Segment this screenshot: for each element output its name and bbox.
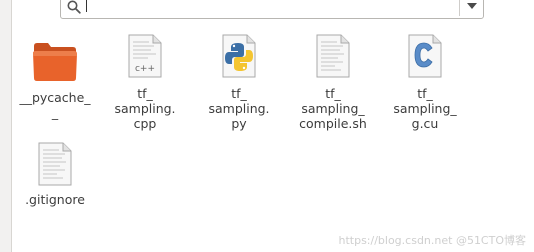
- search-input[interactable]: [85, 0, 455, 15]
- file-label: tf_ sampling. cpp: [114, 86, 176, 131]
- text-file-icon: [316, 34, 350, 78]
- watermark: https://blog.csdn.net @51CTO博客: [338, 234, 526, 247]
- python-file-icon: [222, 34, 256, 78]
- file-item-tf-sampling-compile-sh[interactable]: tf_ sampling_ compile.sh: [288, 34, 378, 134]
- folder-icon: [33, 43, 77, 81]
- file-label: tf_ sampling_ g.cu: [393, 86, 457, 131]
- cpp-icon-text: c++: [135, 64, 155, 74]
- c-source-file-icon: [408, 34, 442, 78]
- search-icon: [67, 0, 81, 14]
- search-bar[interactable]: [60, 0, 484, 19]
- text-cursor: [86, 0, 87, 12]
- file-item-tf-sampling-cpp[interactable]: c++ tf_ sampling. cpp: [100, 34, 190, 134]
- search-options-button[interactable]: [460, 0, 484, 18]
- file-item-pycache[interactable]: __pycache_ _: [10, 34, 100, 124]
- file-label: .gitignore: [25, 192, 85, 207]
- chevron-down-icon: [467, 3, 477, 9]
- file-item-tf-sampling-py[interactable]: tf_ sampling. py: [194, 34, 284, 134]
- file-label: tf_ sampling. py: [208, 86, 270, 131]
- file-item-gitignore[interactable]: .gitignore: [10, 142, 100, 212]
- file-item-tf-sampling-g-cu[interactable]: tf_ sampling_ g.cu: [380, 34, 470, 134]
- file-label: __pycache_ _: [19, 90, 91, 120]
- cpp-file-icon: c++: [128, 34, 162, 78]
- text-file-icon: [38, 142, 72, 186]
- file-label: tf_ sampling_ compile.sh: [299, 86, 367, 131]
